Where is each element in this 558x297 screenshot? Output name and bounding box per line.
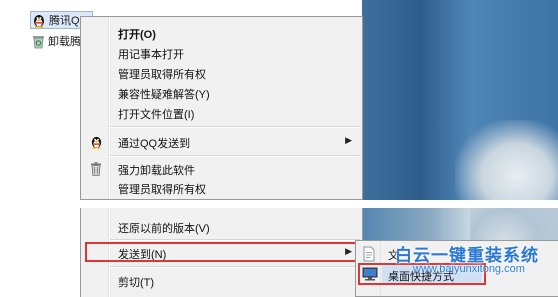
context-menu: 打开(O) 用记事本打开 管理员取得所有权 兼容性疑难解答(Y) 打开文件位置(…	[80, 16, 363, 200]
menu-item-send-via-qq[interactable]: 通过QQ发送到 ▶	[81, 132, 362, 152]
submenu-item-label: 文	[388, 250, 399, 262]
desktop-shortcut-highlight-box	[358, 263, 486, 285]
menu-separator	[110, 266, 360, 268]
menu-item-label: 管理员取得所有权	[118, 69, 206, 81]
menu-item-label: 强力卸载此软件	[118, 165, 195, 177]
menu-item-label: 剪切(T)	[118, 277, 155, 289]
menu-item-label: 用记事本打开	[118, 49, 184, 61]
menu-item-restore-previous-versions[interactable]: 还原以前的版本(V)	[81, 217, 362, 237]
menu-item-cut[interactable]: 剪切(T)	[81, 271, 362, 291]
context-menu-lower: 还原以前的版本(V) 发送到(N) ▶ 剪切(T)	[80, 208, 363, 297]
menu-item-take-ownership[interactable]: 管理员取得所有权	[81, 63, 362, 83]
send-to-submenu: 文 桌面快捷方式	[355, 240, 558, 297]
menu-separator	[110, 126, 360, 128]
menu-separator	[110, 239, 360, 241]
trash-icon	[88, 161, 104, 177]
qq-penguin-icon	[31, 12, 47, 28]
menu-item-label: 打开文件位置(I)	[118, 109, 195, 121]
crop-gap	[0, 200, 558, 208]
document-icon	[362, 246, 378, 262]
qq-penguin-icon	[88, 134, 104, 150]
menu-item-force-uninstall[interactable]: 强力卸载此软件	[81, 159, 362, 179]
submenu-arrow-icon: ▶	[345, 135, 352, 145]
menu-separator	[110, 155, 360, 157]
menu-item-label: 还原以前的版本(V)	[118, 223, 210, 235]
menu-item-open-with-notepad[interactable]: 用记事本打开	[81, 43, 362, 63]
submenu-item-documents[interactable]: 文	[356, 244, 558, 264]
screenshot: 腾讯QQ 卸载腾讯 打开(O) 用记事本打开 管理员取得所有权 兼容性疑难解答(…	[0, 0, 558, 297]
menu-item-label: 管理员取得所有权	[118, 184, 206, 196]
send-to-highlight-box	[85, 242, 360, 262]
menu-item-take-ownership-2[interactable]: 管理员取得所有权	[81, 178, 362, 198]
menu-item-label: 通过QQ发送到	[118, 138, 191, 150]
menu-item-open[interactable]: 打开(O)	[81, 23, 362, 43]
menu-item-label: 打开(O)	[118, 29, 156, 41]
recycle-bin-icon	[30, 33, 46, 49]
menu-item-troubleshoot-compatibility[interactable]: 兼容性疑难解答(Y)	[81, 83, 362, 103]
wallpaper-cloud	[455, 120, 558, 200]
menu-item-open-file-location[interactable]: 打开文件位置(I)	[81, 103, 362, 123]
menu-item-label: 兼容性疑难解答(Y)	[118, 89, 210, 101]
